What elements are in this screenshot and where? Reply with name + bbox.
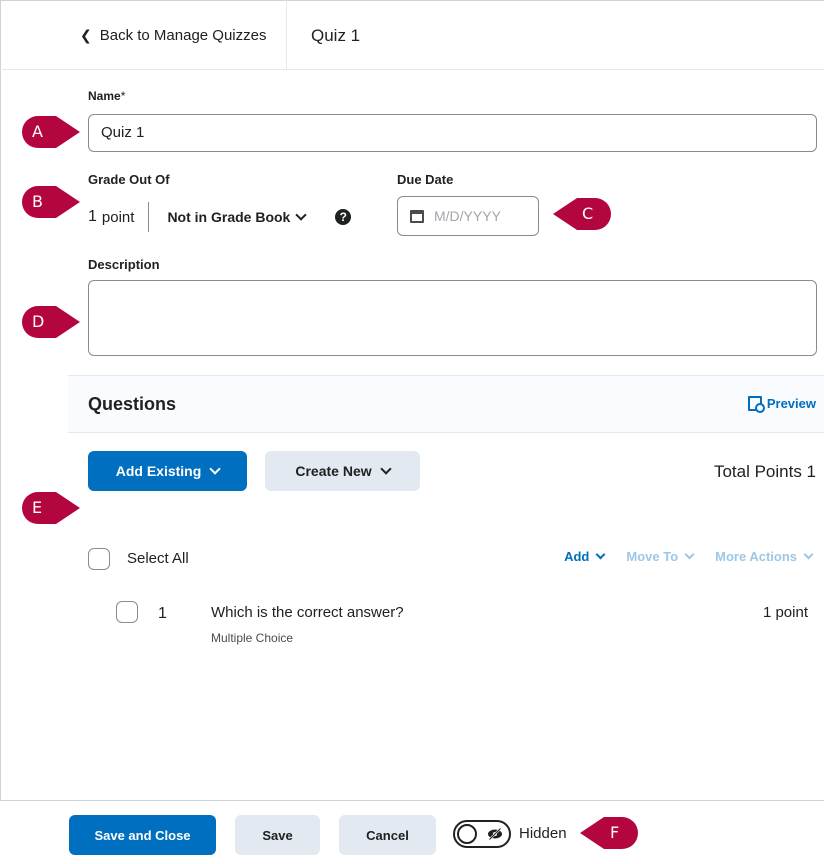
move-to-action-label: Move To bbox=[626, 549, 679, 564]
add-action-menu[interactable]: Add bbox=[564, 549, 606, 564]
callout-marker-e bbox=[22, 492, 80, 524]
move-to-action-menu[interactable]: Move To bbox=[626, 549, 695, 564]
add-action-label: Add bbox=[564, 549, 590, 564]
callout-label-a: A bbox=[32, 122, 43, 141]
save-and-close-button[interactable]: Save and Close bbox=[69, 815, 216, 855]
question-number: 1 bbox=[158, 605, 167, 622]
grade-row: 1 point Not in Grade Book ? bbox=[88, 202, 352, 232]
questions-header: Questions Preview bbox=[68, 375, 824, 433]
callout-marker-a bbox=[22, 116, 80, 148]
visibility-label: Hidden bbox=[519, 825, 567, 842]
callout-label-f: F bbox=[610, 823, 620, 842]
preview-button[interactable]: Preview bbox=[747, 396, 816, 413]
chevron-left-icon: ❮ bbox=[80, 27, 92, 43]
select-all-checkbox[interactable] bbox=[88, 548, 110, 570]
grade-book-select[interactable]: Not in Grade Book bbox=[167, 208, 308, 225]
add-existing-label: Add Existing bbox=[115, 463, 202, 479]
help-icon[interactable]: ? bbox=[335, 209, 352, 225]
toggle-knob bbox=[457, 824, 477, 844]
create-new-button[interactable]: Create New bbox=[265, 451, 420, 491]
save-button[interactable]: Save bbox=[235, 815, 320, 855]
callout-label-c: C bbox=[582, 204, 594, 223]
chevron-down-icon bbox=[803, 549, 814, 559]
back-to-manage-quizzes-link[interactable]: ❮ Back to Manage Quizzes bbox=[80, 27, 267, 44]
top-bar: ❮ Back to Manage Quizzes Quiz 1 bbox=[0, 0, 824, 70]
chevron-down-icon bbox=[209, 462, 221, 475]
chevron-down-icon bbox=[595, 549, 606, 559]
due-date-placeholder: M/D/YYYY bbox=[434, 208, 501, 224]
preview-label: Preview bbox=[766, 396, 816, 411]
back-link-label: Back to Manage Quizzes bbox=[99, 27, 267, 44]
name-label-text: Name bbox=[88, 89, 121, 103]
more-actions-label: More Actions bbox=[715, 549, 797, 564]
total-points: Total Points 1 bbox=[713, 462, 816, 481]
question-actions: Add Move To More Actions bbox=[564, 549, 814, 564]
grade-value[interactable]: 1 bbox=[88, 208, 97, 226]
select-all-label: Select All bbox=[127, 550, 189, 567]
description-label: Description bbox=[88, 257, 160, 272]
chevron-down-icon bbox=[684, 549, 695, 559]
callout-label-d: D bbox=[32, 312, 45, 331]
required-mark: * bbox=[120, 89, 126, 103]
question-points: 1 point bbox=[762, 604, 808, 621]
visibility-toggle[interactable] bbox=[453, 820, 511, 848]
due-date-label: Due Date bbox=[397, 172, 454, 187]
grade-unit: point bbox=[101, 208, 135, 226]
questions-title: Questions bbox=[88, 394, 177, 414]
calendar-icon bbox=[410, 209, 424, 223]
question-checkbox[interactable] bbox=[116, 601, 138, 623]
chevron-down-icon bbox=[295, 208, 308, 221]
grade-book-select-label: Not in Grade Book bbox=[167, 209, 291, 225]
grade-out-of-label: Grade Out Of bbox=[88, 172, 170, 187]
cancel-button[interactable]: Cancel bbox=[339, 815, 436, 855]
page-title: Quiz 1 bbox=[311, 26, 361, 45]
preview-icon bbox=[747, 396, 765, 413]
name-label: Name* bbox=[88, 89, 125, 103]
callout-marker-d bbox=[22, 306, 80, 338]
callout-marker-b bbox=[22, 186, 80, 218]
callout-marker-f bbox=[580, 817, 638, 849]
header-divider bbox=[286, 0, 287, 70]
callout-label-e: E bbox=[32, 498, 43, 517]
description-textarea[interactable] bbox=[88, 280, 817, 356]
eye-slash-icon bbox=[488, 827, 502, 841]
name-input[interactable]: Quiz 1 bbox=[88, 114, 817, 152]
callout-label-b: B bbox=[32, 192, 43, 211]
more-actions-menu[interactable]: More Actions bbox=[715, 549, 814, 564]
chevron-down-icon bbox=[379, 462, 392, 475]
question-type: Multiple Choice bbox=[211, 631, 294, 645]
grade-divider bbox=[148, 202, 150, 232]
question-title-link[interactable]: Which is the correct answer? bbox=[211, 604, 404, 621]
due-date-input[interactable]: M/D/YYYY bbox=[397, 196, 539, 236]
create-new-label: Create New bbox=[295, 463, 372, 479]
add-existing-button[interactable]: Add Existing bbox=[88, 451, 247, 491]
